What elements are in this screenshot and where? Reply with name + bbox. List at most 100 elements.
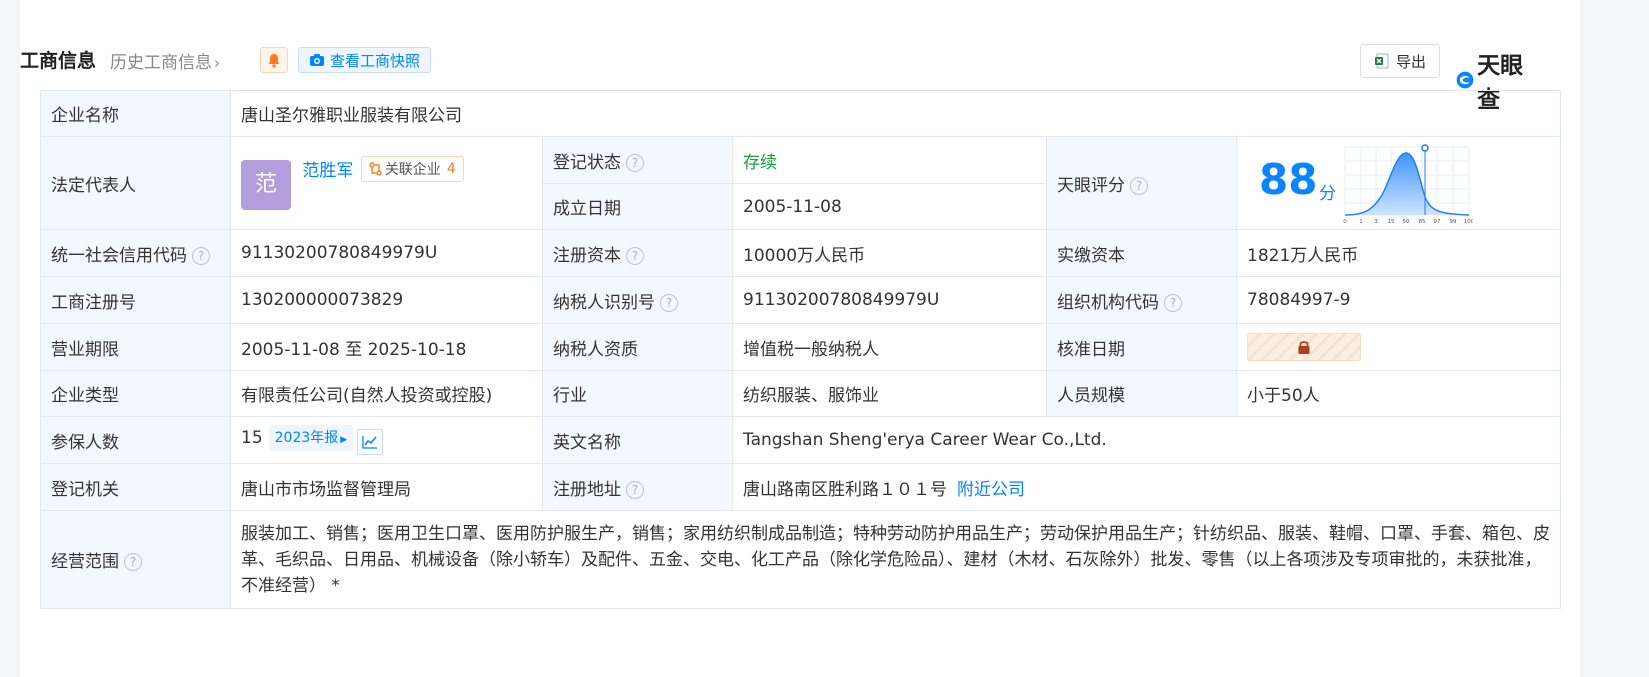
monitor-bell-button[interactable] (260, 47, 288, 73)
bell-icon (268, 53, 280, 68)
score-label-cell: 天眼评分? (1046, 136, 1237, 230)
snapshot-label: 查看工商快照 (330, 51, 421, 70)
insured-label: 参保人数 (40, 416, 231, 464)
english-name-value: Tangshan Sheng'erya Career Wear Co.,Ltd. (731, 416, 1562, 464)
score-label: 天眼评分 (1057, 175, 1125, 196)
credit-code-value: 91130200780849979U (230, 229, 543, 277)
section-title: 工商信息 (20, 50, 97, 72)
caret-right-icon: ▶ (340, 435, 348, 445)
score-axis-tick: 0 (1343, 219, 1347, 225)
reg-address-label-cell: 注册地址? (542, 463, 733, 511)
reg-authority-label: 登记机关 (40, 463, 231, 511)
score-axis-tick: 50 (1403, 219, 1410, 225)
score-cell: 88 分 0 1 3 15 50 85 97 99 100 (1235, 136, 1562, 230)
reg-capital-label: 注册资本 (553, 245, 621, 266)
help-icon[interactable]: ? (626, 153, 644, 172)
nearby-companies-link[interactable]: 附近公司 (957, 480, 1025, 500)
score-unit: 分 (1319, 184, 1336, 204)
table-row: 企业名称 唐山圣尔雅职业服装有限公司 (40, 90, 1562, 137)
related-companies-count: 4 (446, 161, 456, 177)
reg-no-value: 130200000073829 (230, 276, 543, 324)
score-axis-tick: 15 (1388, 219, 1395, 225)
table-row: 工商注册号 130200000073829 纳税人识别号? 9113020078… (40, 276, 1562, 324)
related-companies-button[interactable]: 关联企业 4 (360, 156, 464, 182)
reg-capital-value: 10000万人民币 (732, 229, 1047, 277)
score-marker-dot (1421, 144, 1429, 152)
export-button[interactable]: 导出 (1360, 44, 1440, 78)
history-info-label: 历史工商信息 (110, 53, 212, 73)
annual-report-year: 2023年报 (274, 430, 339, 446)
taxpayer-id-value: 91130200780849979U (732, 276, 1047, 324)
export-label: 导出 (1395, 52, 1426, 71)
help-icon[interactable]: ? (1130, 176, 1148, 195)
help-icon[interactable]: ? (192, 246, 210, 265)
found-date-value: 2005-11-08 (732, 183, 1047, 230)
industry-value: 纺织服装、服饰业 (732, 370, 1047, 417)
avatar[interactable]: 范 (241, 160, 291, 210)
table-row: 经营范围? 服装加工、销售；医用卫生口罩、医用防护服生产，销售；家用纺织制成品制… (40, 510, 1562, 609)
table-row: 参保人数 15 2023年报 ▶ 英文名称 Tangshan Sheng'erya … (40, 416, 1562, 464)
score-axis-tick: 100 (1464, 219, 1473, 225)
help-icon[interactable]: ? (626, 480, 644, 499)
industry-label: 行业 (542, 370, 733, 417)
snapshot-button[interactable]: 查看工商快照 (298, 47, 432, 73)
related-companies-label: 关联企业 (384, 162, 441, 178)
approve-date-cell (1235, 323, 1562, 371)
paid-capital-value: 1821万人民币 (1235, 229, 1562, 277)
legal-rep-name-link[interactable]: 范胜军 (302, 161, 353, 181)
staff-size-value: 小于50人 (1235, 370, 1562, 417)
table-row: 营业期限 2005-11-08 至 2025-10-18 纳税人资质 增值税一般… (40, 323, 1562, 371)
score-widget[interactable]: 88 分 0 1 3 15 50 85 97 99 100 (1237, 137, 1560, 229)
reg-authority-value: 唐山市市场监督管理局 (230, 463, 543, 511)
reg-status-value: 存续 (732, 136, 1047, 184)
score-axis-tick: 99 (1450, 219, 1457, 225)
camera-icon (310, 54, 324, 66)
company-name-value: 唐山圣尔雅职业服装有限公司 (229, 90, 1562, 137)
help-icon[interactable]: ? (124, 553, 142, 571)
score-curve-fill (1345, 153, 1469, 215)
score-value: 88 (1259, 155, 1318, 204)
company-name-label: 企业名称 (40, 90, 231, 137)
taxpayer-qual-label: 纳税人资质 (542, 323, 733, 371)
excel-icon (1374, 53, 1389, 69)
taxpayer-id-label-cell: 纳税人识别号? (542, 276, 733, 324)
chevron-right-icon: › (214, 54, 220, 72)
help-icon[interactable]: ? (660, 293, 678, 312)
paid-capital-label: 实缴资本 (1046, 229, 1237, 277)
score-axis-tick: 97 (1434, 219, 1441, 225)
help-icon[interactable]: ? (1164, 293, 1182, 312)
section-header: 工商信息 历史工商信息 › 查看工商快照 导出 天眼查 (20, 44, 1525, 113)
score-axis-tick: 3 (1374, 219, 1378, 225)
help-icon[interactable]: ? (626, 246, 644, 265)
insured-value: 15 (241, 428, 263, 448)
reg-no-label: 工商注册号 (40, 276, 231, 324)
legal-rep-label: 法定代表人 (40, 136, 231, 230)
company-type-value: 有限责任公司(自然人投资或控股) (230, 370, 543, 417)
table-row: 企业类型 有限责任公司(自然人投资或控股) 行业 纺织服装、服饰业 人员规模 小… (40, 370, 1562, 417)
history-info-link[interactable]: 历史工商信息 › (110, 48, 220, 73)
scope-value: 服装加工、销售；医用卫生口罩、医用防护服生产，销售；家用纺织制成品制造；特种劳动… (229, 510, 1562, 609)
scope-label: 经营范围 (51, 552, 119, 572)
trend-chart-icon (362, 436, 378, 449)
reg-address-label: 注册地址 (553, 479, 621, 500)
annual-report-tag[interactable]: 2023年报 ▶ (268, 425, 354, 451)
reg-address-cell: 唐山路南区胜利路１０１号 附近公司 (731, 463, 1562, 511)
locked-value-button[interactable] (1247, 333, 1361, 361)
org-code-label-cell: 组织机构代码? (1046, 276, 1237, 324)
staff-size-label: 人员规模 (1046, 370, 1237, 417)
biz-term-value: 2005-11-08 至 2025-10-18 (230, 323, 543, 371)
taxpayer-id-label: 纳税人识别号 (553, 292, 655, 313)
credit-code-label: 统一社会信用代码 (51, 245, 187, 266)
approve-date-label: 核准日期 (1046, 323, 1237, 371)
trend-chart-button[interactable] (357, 429, 384, 455)
org-code-value: 78084997-9 (1235, 276, 1562, 324)
found-date-label: 成立日期 (542, 183, 733, 230)
credit-code-label-cell: 统一社会信用代码? (40, 229, 231, 277)
english-name-label: 英文名称 (542, 416, 733, 464)
table-row: 登记机关 唐山市市场监督管理局 注册地址? 唐山路南区胜利路１０１号 附近公司 (40, 463, 1562, 511)
related-companies-icon (369, 162, 382, 176)
biz-term-label: 营业期限 (40, 323, 231, 371)
score-axis-tick: 1 (1359, 219, 1363, 225)
table-row: 法定代表人 范 范胜军 关联企业 4 登记状态? 存续 天眼评分? 88 分 0… (40, 136, 1562, 230)
org-code-label: 组织机构代码 (1057, 292, 1159, 313)
